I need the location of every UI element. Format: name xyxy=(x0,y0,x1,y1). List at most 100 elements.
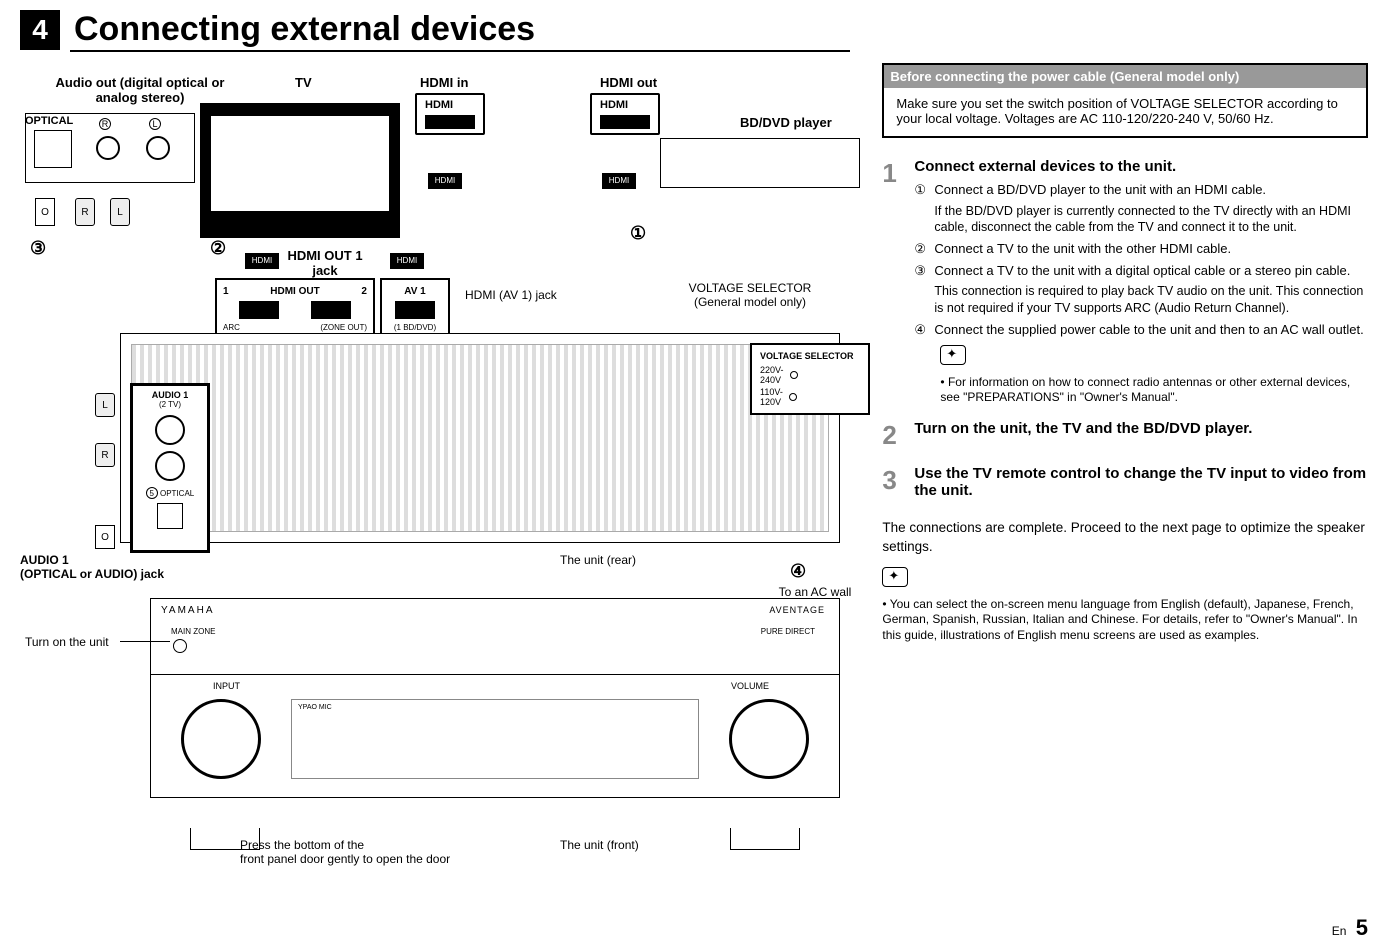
label-press-bottom: Press the bottom of the front panel door… xyxy=(240,838,500,866)
plug-o2: O xyxy=(95,525,115,549)
hdmi-tag-text: HDMI xyxy=(425,99,453,111)
hdmi-port-icon xyxy=(425,115,475,129)
pure-direct-label: PURE DIRECT xyxy=(761,627,815,636)
optical-rca-group: R L xyxy=(25,113,195,183)
substep-num: ① xyxy=(914,181,934,199)
substep-text: Connect the supplied power cable to the … xyxy=(934,321,1363,339)
substep-text: Connect a TV to the unit with the other … xyxy=(934,240,1231,258)
voltage-110: 110V- 120V xyxy=(760,387,783,407)
volume-label: VOLUME xyxy=(731,681,769,691)
audio1-optical-label: OPTICAL xyxy=(160,489,194,498)
hdmi-port-icon xyxy=(600,115,650,129)
tv-icon xyxy=(200,103,400,238)
plug-r: R xyxy=(75,198,95,226)
notice-head: Before connecting the power cable (Gener… xyxy=(884,65,1366,88)
substep-num: ④ xyxy=(914,321,934,339)
plug-l2: L xyxy=(95,393,115,417)
unit-front-panel: YAMAHA AVENTAGE MAIN ZONE PURE DIRECT IN… xyxy=(150,598,840,828)
unit-rear-panel xyxy=(120,333,840,543)
label-unit-rear: The unit (rear) xyxy=(560,553,636,567)
label-audio-out: Audio out (digital optical or analog ste… xyxy=(40,75,240,105)
audio1-sub: (2 TV) xyxy=(137,400,203,409)
hdmi-tag-text: HDMI xyxy=(600,99,628,111)
hint-icon xyxy=(940,345,966,365)
label-unit-front: The unit (front) xyxy=(560,838,639,852)
volume-knob-icon xyxy=(729,699,809,779)
rca-l-icon xyxy=(146,136,170,160)
page-title: Connecting external devices xyxy=(74,10,535,53)
input-knob-icon xyxy=(181,699,261,779)
page-number: 5 xyxy=(1356,915,1368,940)
notice-body: Make sure you set the switch position of… xyxy=(896,96,1354,126)
hdmi-plug: HDMI xyxy=(245,253,279,269)
step-number: 3 xyxy=(882,465,908,505)
hdmi-arc: ARC xyxy=(223,323,240,332)
hdmi-out-1: 1 xyxy=(223,286,229,297)
substep-num: ② xyxy=(914,240,934,258)
voltage-title: VOLTAGE SELECTOR xyxy=(760,351,860,361)
step-1-title: Connect external devices to the unit. xyxy=(914,158,1368,175)
step-3-title: Use the TV remote control to change the … xyxy=(914,465,1368,499)
substep-text: Connect a BD/DVD player to the unit with… xyxy=(934,181,1266,199)
label-hdmi-out1-jack: HDMI OUT 1 jack xyxy=(280,248,370,278)
hdmi-out-2: 2 xyxy=(361,286,367,297)
callout-hdmi-out: 1 HDMI OUT 2 ARC (ZONE OUT) xyxy=(215,278,375,340)
label-turn-on: Turn on the unit xyxy=(25,635,109,649)
label-hdmi-out: HDMI out xyxy=(600,75,657,90)
label-hdmi-av1-jack: HDMI (AV 1) jack xyxy=(465,288,557,302)
step-2-title: Turn on the unit, the TV and the BD/DVD … xyxy=(914,420,1252,437)
hdmi-out-title: HDMI OUT xyxy=(270,286,319,297)
instructions-column: Before connecting the power cable (Gener… xyxy=(882,63,1368,883)
display-window: YPAO MIC xyxy=(291,699,699,779)
step-1: 1 Connect external devices to the unit. … xyxy=(882,158,1368,406)
callout-av1: AV 1 (1 BD/DVD) xyxy=(380,278,450,340)
plug-l: L xyxy=(110,198,130,226)
power-button-icon xyxy=(173,639,187,653)
label-audio1-jack: AUDIO 1 (OPTICAL or AUDIO) jack xyxy=(20,553,220,581)
ypao-label: YPAO MIC xyxy=(298,704,332,711)
substep-text: Connect a TV to the unit with a digital … xyxy=(934,262,1350,280)
bd-player-icon xyxy=(660,138,860,188)
substep-note: This connection is required to play back… xyxy=(934,283,1368,317)
av1-sub: (1 BD/DVD) xyxy=(388,323,442,332)
step-2: 2 Turn on the unit, the TV and the BD/DV… xyxy=(882,420,1368,451)
main-zone-label: MAIN ZONE xyxy=(171,627,215,636)
optical-jack-icon xyxy=(34,130,72,168)
hint-icon xyxy=(882,567,908,587)
title-rule xyxy=(70,50,850,52)
substep-num: ③ xyxy=(914,262,934,280)
page-header: 4 Connecting external devices xyxy=(20,10,1368,53)
page-footer: En 5 xyxy=(1332,915,1368,941)
plug-optical: O xyxy=(35,198,55,226)
step-3: 3 Use the TV remote control to change th… xyxy=(882,465,1368,505)
label-tv: TV xyxy=(295,75,312,90)
circ-3: ③ xyxy=(30,238,46,259)
rca-r-icon xyxy=(96,136,120,160)
section-number-badge: 4 xyxy=(20,10,60,50)
hint-text: • For information on how to connect radi… xyxy=(940,375,1368,406)
hdmi-tag-in: HDMI xyxy=(415,93,485,135)
connection-diagram: Audio out (digital optical or analog ste… xyxy=(20,63,862,883)
plug-r2: R xyxy=(95,443,115,467)
voltage-notice-box: Before connecting the power cable (Gener… xyxy=(882,63,1368,138)
hdmi-plug: HDMI xyxy=(428,173,462,189)
hdmi-tag-out: HDMI xyxy=(590,93,660,135)
hdmi-plug: HDMI xyxy=(390,253,424,269)
label-bd: BD/DVD player xyxy=(740,115,832,130)
audio1-zoom: AUDIO 1 (2 TV) 5 OPTICAL xyxy=(130,383,210,553)
hint-text-2: • You can select the on-screen menu lang… xyxy=(882,597,1368,644)
hdmi-plug: HDMI xyxy=(602,173,636,189)
lang-label: En xyxy=(1332,924,1347,938)
step-number: 1 xyxy=(882,158,908,406)
circ-2: ② xyxy=(210,238,226,259)
av1-title: AV 1 xyxy=(388,286,442,297)
voltage-220: 220V- 240V xyxy=(760,365,784,385)
substep-note: If the BD/DVD player is currently connec… xyxy=(934,203,1368,237)
r-badge: R xyxy=(99,118,111,130)
audio1-title: AUDIO 1 xyxy=(137,390,203,400)
label-voltage-selector: VOLTAGE SELECTOR (General model only) xyxy=(660,281,840,309)
voltage-selector-tag: VOLTAGE SELECTOR 220V- 240V 110V- 120V xyxy=(750,343,870,415)
series-label: AVENTAGE xyxy=(769,605,825,615)
circ-1: ① xyxy=(630,223,646,244)
label-hdmi-in: HDMI in xyxy=(420,75,468,90)
